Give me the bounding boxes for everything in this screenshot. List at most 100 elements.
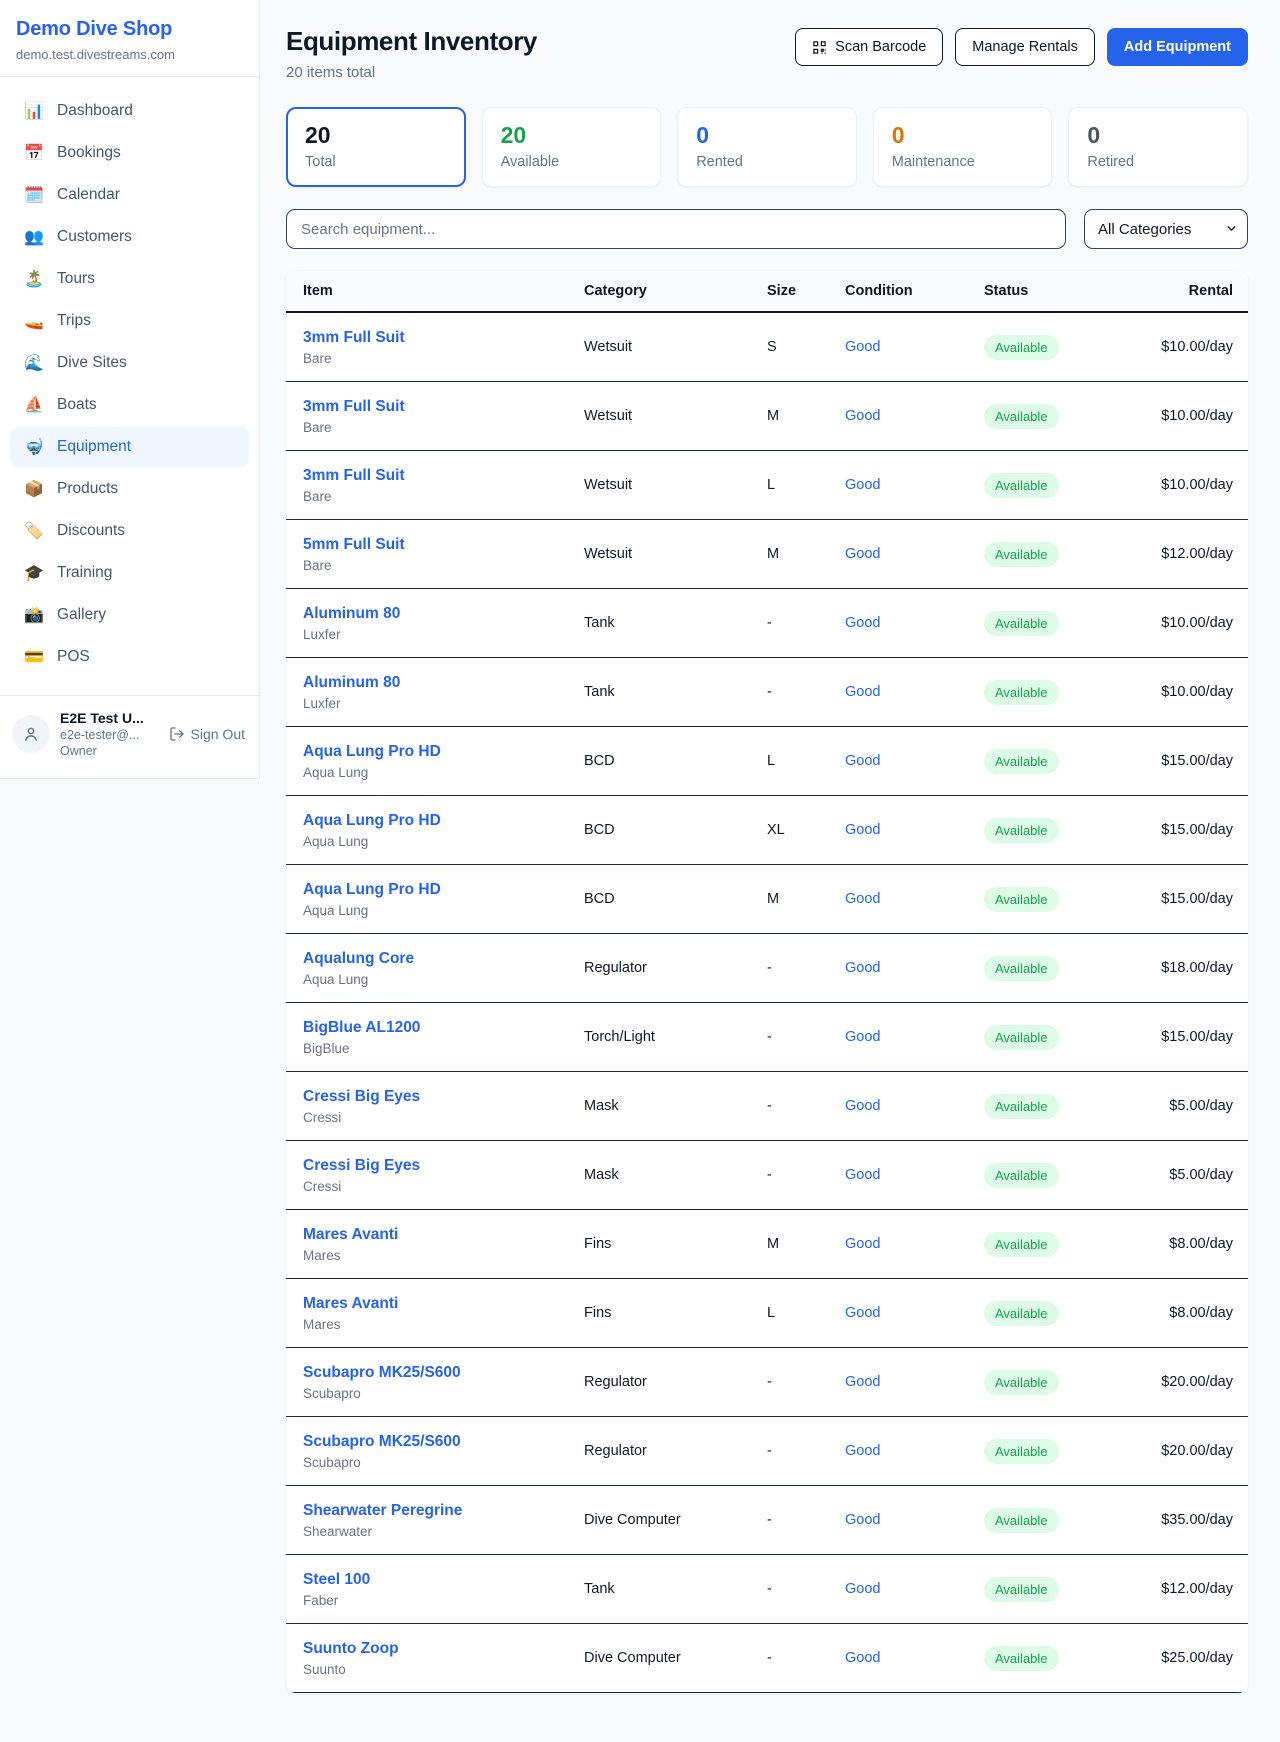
stat-card[interactable]: 0 Rented [677,107,857,187]
item-name-link[interactable]: Cressi Big Eyes [303,1157,584,1175]
item-name-link[interactable]: Cressi Big Eyes [303,1088,584,1106]
item-name-link[interactable]: Aqua Lung Pro HD [303,881,584,899]
item-name-link[interactable]: Shearwater Peregrine [303,1502,584,1520]
size-cell: - [767,960,845,976]
condition-link[interactable]: Good [845,1512,984,1528]
sidebar-item-label: Training [57,564,112,582]
stat-card[interactable]: 20 Available [482,107,662,187]
table-row[interactable]: Steel 100 Faber Tank - Good Available $1… [286,1555,1248,1624]
table-row[interactable]: 3mm Full Suit Bare Wetsuit L Good Availa… [286,451,1248,520]
condition-link[interactable]: Good [845,1236,984,1252]
table-row[interactable]: 3mm Full Suit Bare Wetsuit S Good Availa… [286,313,1248,382]
item-name-link[interactable]: Aluminum 80 [303,605,584,623]
item-name-link[interactable]: Aqualung Core [303,950,584,968]
size-cell: M [767,891,845,907]
condition-link[interactable]: Good [845,1374,984,1390]
item-brand: Aqua Lung [303,903,584,918]
table-row[interactable]: Suunto Zoop Suunto Dive Computer - Good … [286,1624,1248,1693]
stat-value: 20 [305,122,447,149]
sidebar-item[interactable]: 📸 Gallery [10,595,249,635]
item-name-link[interactable]: Mares Avanti [303,1295,584,1313]
table-row[interactable]: Aluminum 80 Luxfer Tank - Good Available… [286,589,1248,658]
user-role: Owner [60,744,157,758]
item-name-link[interactable]: 3mm Full Suit [303,398,584,416]
table-row[interactable]: Cressi Big Eyes Cressi Mask - Good Avail… [286,1072,1248,1141]
sidebar-item[interactable]: 📅 Bookings [10,133,249,173]
category-select[interactable]: All Categories [1084,209,1248,249]
condition-link[interactable]: Good [845,1098,984,1114]
item-name-link[interactable]: Mares Avanti [303,1226,584,1244]
table-row[interactable]: Aqua Lung Pro HD Aqua Lung BCD XL Good A… [286,796,1248,865]
condition-link[interactable]: Good [845,684,984,700]
sidebar-item[interactable]: 🚤 Trips [10,301,249,341]
condition-link[interactable]: Good [845,1650,984,1666]
add-equipment-button[interactable]: Add Equipment [1107,28,1248,66]
condition-link[interactable]: Good [845,891,984,907]
table-row[interactable]: Aqua Lung Pro HD Aqua Lung BCD M Good Av… [286,865,1248,934]
search-input[interactable] [286,209,1066,249]
sidebar-item[interactable]: 💳 POS [10,637,249,677]
item-name-link[interactable]: Aqua Lung Pro HD [303,743,584,761]
sidebar-item[interactable]: 🏷️ Discounts [10,511,249,551]
sidebar-item[interactable]: 📊 Dashboard [10,91,249,131]
size-cell: L [767,753,845,769]
condition-link[interactable]: Good [845,546,984,562]
item-name-link[interactable]: Scubapro MK25/S600 [303,1364,584,1382]
sidebar-item[interactable]: 🤿 Equipment [10,427,249,467]
table-row[interactable]: Shearwater Peregrine Shearwater Dive Com… [286,1486,1248,1555]
stat-card[interactable]: 0 Maintenance [873,107,1053,187]
table-row[interactable]: Mares Avanti Mares Fins L Good Available… [286,1279,1248,1348]
category-cell: Regulator [584,1443,767,1459]
item-name-link[interactable]: Steel 100 [303,1571,584,1589]
item-name-link[interactable]: Aqua Lung Pro HD [303,812,584,830]
condition-link[interactable]: Good [845,1167,984,1183]
status-cell: Available [984,956,1134,981]
sidebar-item[interactable]: 📦 Products [10,469,249,509]
sidebar-item[interactable]: 🎓 Training [10,553,249,593]
condition-link[interactable]: Good [845,1581,984,1597]
brand-name[interactable]: Demo Dive Shop [16,18,243,41]
item-name-link[interactable]: BigBlue AL1200 [303,1019,584,1037]
item-cell: Mares Avanti Mares [303,1295,584,1332]
manage-rentals-button[interactable]: Manage Rentals [955,28,1095,66]
sign-out-button[interactable]: Sign Out [167,722,247,746]
stat-card[interactable]: 0 Retired [1068,107,1248,187]
sidebar-item[interactable]: 🗓️ Calendar [10,175,249,215]
sidebar-item[interactable]: 👥 Customers [10,217,249,257]
item-name-link[interactable]: Scubapro MK25/S600 [303,1433,584,1451]
condition-link[interactable]: Good [845,1443,984,1459]
condition-link[interactable]: Good [845,960,984,976]
table-row[interactable]: BigBlue AL1200 BigBlue Torch/Light - Goo… [286,1003,1248,1072]
condition-link[interactable]: Good [845,339,984,355]
header-actions: Scan Barcode Manage Rentals Add Equipmen… [795,28,1248,66]
stat-card[interactable]: 20 Total [286,107,466,187]
condition-link[interactable]: Good [845,408,984,424]
condition-link[interactable]: Good [845,753,984,769]
condition-link[interactable]: Good [845,822,984,838]
table-row[interactable]: Cressi Big Eyes Cressi Mask - Good Avail… [286,1141,1248,1210]
condition-link[interactable]: Good [845,477,984,493]
status-cell: Available [984,473,1134,498]
item-name-link[interactable]: 5mm Full Suit [303,536,584,554]
table-row[interactable]: 5mm Full Suit Bare Wetsuit M Good Availa… [286,520,1248,589]
sidebar-item[interactable]: 🏝️ Tours [10,259,249,299]
condition-link[interactable]: Good [845,1305,984,1321]
filter-bar: All Categories [286,209,1248,249]
sidebar-item[interactable]: 🌊 Dive Sites [10,343,249,383]
scan-barcode-button[interactable]: Scan Barcode [795,28,943,66]
item-name-link[interactable]: Aluminum 80 [303,674,584,692]
item-name-link[interactable]: 3mm Full Suit [303,329,584,347]
table-row[interactable]: Mares Avanti Mares Fins M Good Available… [286,1210,1248,1279]
item-name-link[interactable]: Suunto Zoop [303,1640,584,1658]
item-cell: Aqualung Core Aqua Lung [303,950,584,987]
table-row[interactable]: Aqua Lung Pro HD Aqua Lung BCD L Good Av… [286,727,1248,796]
item-name-link[interactable]: 3mm Full Suit [303,467,584,485]
table-row[interactable]: Aluminum 80 Luxfer Tank - Good Available… [286,658,1248,727]
table-row[interactable]: Scubapro MK25/S600 Scubapro Regulator - … [286,1348,1248,1417]
table-row[interactable]: 3mm Full Suit Bare Wetsuit M Good Availa… [286,382,1248,451]
table-row[interactable]: Aqualung Core Aqua Lung Regulator - Good… [286,934,1248,1003]
condition-link[interactable]: Good [845,1029,984,1045]
sidebar-item[interactable]: ⛵ Boats [10,385,249,425]
condition-link[interactable]: Good [845,615,984,631]
table-row[interactable]: Scubapro MK25/S600 Scubapro Regulator - … [286,1417,1248,1486]
